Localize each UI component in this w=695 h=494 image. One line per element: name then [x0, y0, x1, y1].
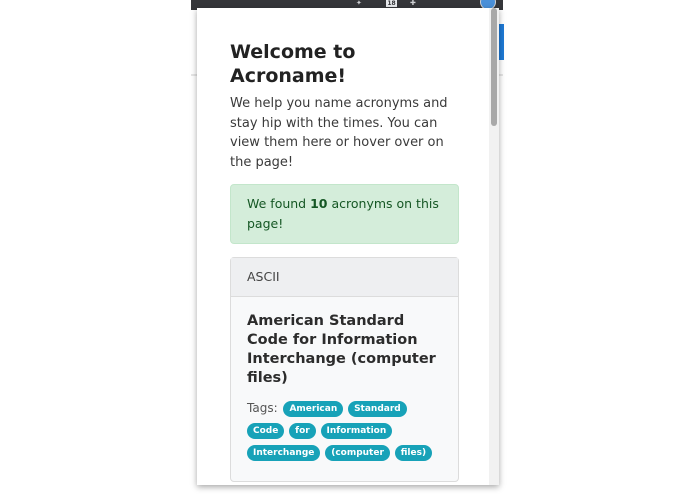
popup-scrollbar[interactable] — [489, 8, 499, 485]
extension-popup: Welcome to Acroname! We help you name ac… — [197, 8, 499, 485]
puzzle-icon[interactable]: ✚ — [410, 0, 416, 7]
extension-icon[interactable]: ✦ — [356, 0, 362, 7]
tag-badge[interactable]: Information — [320, 423, 393, 439]
acronym-name: ASCII — [231, 258, 458, 297]
tab-count-badge[interactable]: 18 — [386, 0, 397, 7]
popup-title: Welcome to Acroname! — [230, 41, 356, 87]
tag-badge[interactable]: American — [283, 401, 344, 417]
found-acronyms-alert: We found 10 acronyms on this page! — [230, 184, 459, 244]
acronym-card: ASCII American Standard Code for Informa… — [230, 257, 459, 482]
acronym-count: 10 — [310, 196, 328, 211]
tag-badge[interactable]: Standard — [348, 401, 407, 417]
scrollbar-thumb[interactable] — [491, 8, 497, 126]
tag-badge[interactable]: Interchange — [247, 445, 321, 461]
acronym-definition: American Standard Code for Information I… — [247, 313, 436, 386]
tag-badge[interactable]: Code — [247, 423, 285, 439]
tag-badge[interactable]: files) — [394, 445, 433, 461]
popup-content: Welcome to Acroname! We help you name ac… — [230, 40, 459, 482]
tag-badge[interactable]: (computer — [325, 445, 390, 461]
intro-text: We help you name acronyms and stay hip w… — [230, 96, 448, 170]
tags-label: Tags: — [247, 401, 278, 415]
tag-badge[interactable]: for — [289, 423, 316, 439]
tag-list: Tags: American Standard Code for Informa… — [247, 397, 442, 463]
alert-prefix: We found — [247, 196, 311, 211]
acronym-card-body: American Standard Code for Information I… — [231, 297, 458, 481]
